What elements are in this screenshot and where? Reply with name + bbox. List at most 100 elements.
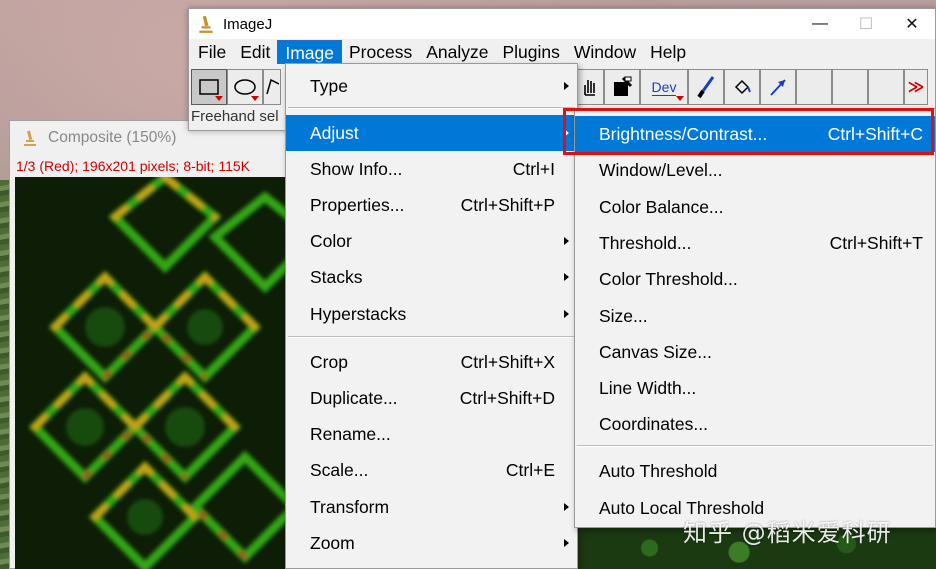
- hand-tool[interactable]: [576, 69, 604, 105]
- menu-item-shortcut: Ctrl+Shift+T: [829, 232, 923, 253]
- menu-item-window-level[interactable]: Window/Level...: [575, 152, 935, 188]
- minimize-button[interactable]: —: [797, 9, 843, 39]
- imagej-window-title: ImageJ: [223, 15, 273, 33]
- menu-item-label: Transform: [310, 496, 390, 517]
- double-chevron-right-icon: ≫: [907, 79, 925, 96]
- menu-item-label: Canvas Size...: [599, 341, 712, 362]
- menu-item-hyperstacks[interactable]: Hyperstacks: [286, 296, 577, 332]
- menu-item-zoom[interactable]: Zoom: [286, 525, 577, 561]
- menu-item-color[interactable]: Color: [286, 223, 577, 259]
- tool-options-indicator: [676, 96, 684, 101]
- menu-item-shortcut: Ctrl+Shift+D: [459, 387, 555, 408]
- menu-item-label: Stacks: [310, 266, 363, 287]
- menu-item-stacks[interactable]: Stacks: [286, 259, 577, 295]
- menu-item-canvas-size[interactable]: Canvas Size...: [575, 334, 935, 370]
- arrow-tool[interactable]: [760, 69, 796, 105]
- submenu-arrow-icon: [564, 237, 569, 245]
- annotation-highlight-box: [563, 108, 934, 155]
- image-info-line: 1/3 (Red); 196x201 pixels; 8-bit; 115K: [16, 158, 250, 174]
- menu-item-color-threshold[interactable]: Color Threshold...: [575, 261, 935, 297]
- menu-item-rename[interactable]: Rename...: [286, 416, 577, 452]
- menu-separator: [288, 107, 575, 109]
- polygon-tool[interactable]: [263, 69, 281, 105]
- more-tools-button[interactable]: ≫: [904, 69, 928, 105]
- menu-separator: [577, 445, 933, 447]
- tool-bar-left: [191, 69, 281, 105]
- submenu-arrow-icon: [564, 503, 569, 511]
- menu-item-coordinates[interactable]: Coordinates...: [575, 406, 935, 442]
- menu-item-type[interactable]: Type: [286, 68, 577, 104]
- cell-image: [15, 177, 290, 569]
- menu-item-line-width[interactable]: Line Width...: [575, 370, 935, 406]
- menu-item-crop[interactable]: Crop Ctrl+Shift+X: [286, 344, 577, 380]
- menu-item-label: Show Info...: [310, 158, 403, 179]
- brush-tool[interactable]: [688, 69, 724, 105]
- rectangle-tool[interactable]: [191, 69, 227, 105]
- paintbrush-icon: [697, 76, 715, 99]
- menu-edit[interactable]: Edit: [233, 40, 277, 64]
- menu-help[interactable]: Help: [643, 40, 693, 64]
- rectangle-icon: [199, 79, 219, 95]
- status-bar: Freehand sel: [191, 108, 279, 125]
- menu-item-transform[interactable]: Transform: [286, 489, 577, 525]
- menu-item-shortcut: Ctrl+Shift+X: [460, 351, 555, 372]
- menu-file[interactable]: File: [191, 40, 233, 64]
- submenu-arrow-icon: [564, 82, 569, 90]
- menu-item-label: Crop: [310, 351, 348, 372]
- empty-tool-slot[interactable]: [832, 69, 868, 105]
- menu-window[interactable]: Window: [567, 40, 643, 64]
- oval-icon: [234, 79, 256, 95]
- imagej-microscope-icon: [199, 15, 213, 33]
- dropper-tool[interactable]: [604, 69, 640, 105]
- maximize-button[interactable]: ☐: [843, 9, 889, 39]
- color-picker-icon: [614, 76, 633, 96]
- hand-icon: [584, 80, 595, 96]
- imagej-titlebar[interactable]: ImageJ — ☐ ✕: [189, 9, 935, 39]
- imagej-menubar: File Edit Image Process Analyze Plugins …: [189, 39, 935, 65]
- empty-tool-slot[interactable]: [868, 69, 904, 105]
- menu-item-label: Size...: [599, 305, 648, 326]
- menu-item-label: Scale...: [310, 459, 369, 480]
- menu-item-label: Zoom: [310, 532, 355, 553]
- menu-item-color-balance[interactable]: Color Balance...: [575, 189, 935, 225]
- menu-item-label: Rename...: [310, 423, 391, 444]
- developer-menu-tool[interactable]: Dev: [640, 69, 688, 105]
- menu-item-shortcut: Ctrl+I: [512, 158, 555, 179]
- menu-item-label: Color: [310, 230, 352, 251]
- menu-image[interactable]: Image: [277, 40, 342, 64]
- submenu-arrow-icon: [564, 273, 569, 281]
- menu-item-label: Window/Level...: [599, 159, 723, 180]
- composite-micrograph[interactable]: [15, 177, 290, 569]
- menu-plugins[interactable]: Plugins: [495, 40, 566, 64]
- menu-item-label: Type: [310, 75, 348, 96]
- menu-process[interactable]: Process: [342, 40, 419, 64]
- menu-item-show-info[interactable]: Show Info... Ctrl+I: [286, 151, 577, 187]
- menu-item-label: Properties...: [310, 194, 405, 215]
- menu-item-duplicate[interactable]: Duplicate... Ctrl+Shift+D: [286, 380, 577, 416]
- paint-bucket-icon: [734, 79, 751, 95]
- close-button[interactable]: ✕: [889, 9, 935, 39]
- tool-options-indicator: [251, 96, 259, 101]
- menu-item-adjust[interactable]: Adjust: [286, 115, 577, 151]
- composite-image-window[interactable]: Composite (150%) 1/3 (Red); 196x201 pixe…: [9, 120, 290, 569]
- tool-options-indicator: [215, 96, 223, 101]
- empty-tool-slot[interactable]: [796, 69, 832, 105]
- submenu-arrow-icon: [564, 310, 569, 318]
- flood-fill-tool[interactable]: [724, 69, 760, 105]
- imagej-microscope-icon: [24, 130, 36, 146]
- menu-item-label: Auto Threshold: [599, 460, 718, 481]
- adjust-submenu: Brightness/Contrast... Ctrl+Shift+C Wind…: [574, 108, 936, 528]
- menu-item-label: Duplicate...: [310, 387, 398, 408]
- oval-tool[interactable]: [227, 69, 263, 105]
- menu-item-scale[interactable]: Scale... Ctrl+E: [286, 452, 577, 488]
- menu-item-auto-threshold[interactable]: Auto Threshold: [575, 453, 935, 489]
- tool-bar-right: Dev ≫: [576, 69, 928, 105]
- menu-item-size[interactable]: Size...: [575, 298, 935, 334]
- menu-item-threshold[interactable]: Threshold... Ctrl+Shift+T: [575, 225, 935, 261]
- submenu-arrow-icon: [564, 539, 569, 547]
- menu-item-properties[interactable]: Properties... Ctrl+Shift+P: [286, 187, 577, 223]
- menu-item-shortcut: Ctrl+E: [505, 459, 555, 480]
- menu-item-label: Adjust: [310, 122, 359, 143]
- menu-item-shortcut: Ctrl+Shift+P: [460, 194, 555, 215]
- menu-analyze[interactable]: Analyze: [419, 40, 495, 64]
